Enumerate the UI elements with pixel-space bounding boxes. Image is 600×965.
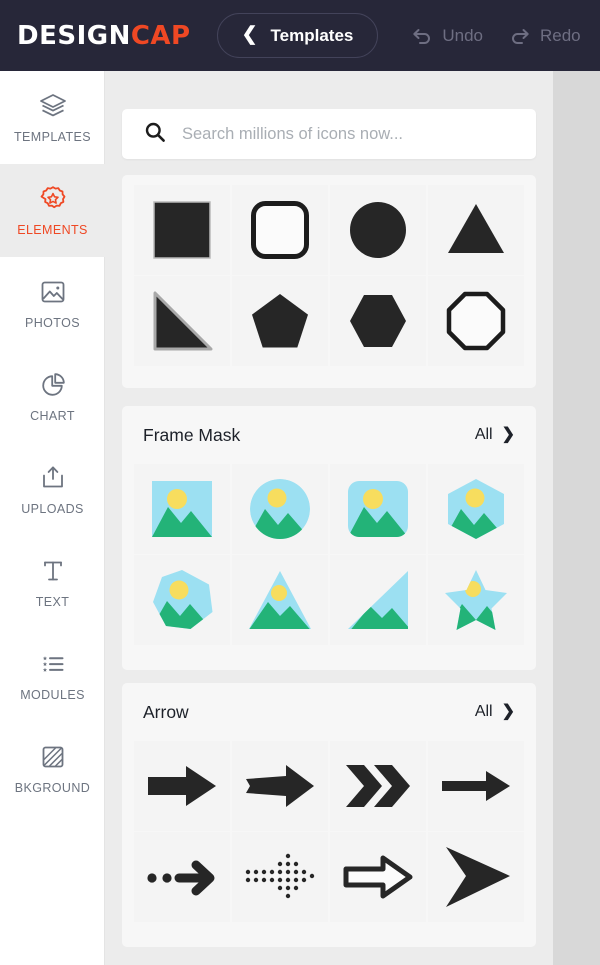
sidebar-label-bkground: BKGROUND bbox=[14, 781, 91, 795]
frame-mask-grid bbox=[122, 464, 536, 655]
shape-pentagon-filled[interactable] bbox=[232, 276, 328, 366]
shape-circle-filled[interactable] bbox=[330, 185, 426, 275]
frame-mask-section: Frame Mask All ❯ bbox=[122, 406, 536, 670]
arrow-header: Arrow All ❯ bbox=[122, 683, 536, 741]
sidebar-item-bkground[interactable]: BKGROUND bbox=[0, 722, 105, 815]
arrow-all-label: All bbox=[474, 703, 493, 720]
frame-right-triangle[interactable] bbox=[330, 555, 426, 645]
arrow-dot-matrix-right[interactable] bbox=[232, 832, 328, 922]
sidebar-item-elements[interactable]: ELEMENTS bbox=[0, 164, 105, 257]
layers-icon bbox=[38, 91, 68, 121]
logo-text-design: DESIGN bbox=[17, 20, 131, 51]
chevron-right-icon: ❯ bbox=[501, 426, 515, 443]
left-sidebar: TEMPLATES ELEMENTS PHOTOS CHART UPLOADS … bbox=[0, 71, 105, 965]
arrow-title: Arrow bbox=[143, 701, 189, 722]
sidebar-item-uploads[interactable]: UPLOADS bbox=[0, 443, 105, 536]
canvas-area[interactable] bbox=[553, 71, 600, 965]
shapes-grid bbox=[122, 175, 536, 376]
frame-mask-title: Frame Mask bbox=[143, 424, 241, 445]
shape-octagon-outline[interactable] bbox=[428, 276, 524, 366]
sidebar-label-elements: ELEMENTS bbox=[17, 223, 88, 237]
frame-mask-all-label: All bbox=[474, 426, 493, 443]
frame-rounded-square[interactable] bbox=[330, 464, 426, 554]
top-bar: DESIGNCAP ❮ Templates Undo Redo bbox=[0, 0, 600, 71]
sidebar-label-chart: CHART bbox=[30, 409, 75, 423]
app-logo[interactable]: DESIGNCAP bbox=[17, 21, 191, 51]
search-bar[interactable] bbox=[122, 109, 536, 159]
undo-button[interactable]: Undo bbox=[411, 26, 483, 46]
logo-text-cap: CAP bbox=[130, 20, 191, 51]
arrow-tapered-right[interactable] bbox=[232, 741, 328, 831]
sidebar-item-templates[interactable]: TEMPLATES bbox=[0, 71, 105, 164]
redo-icon bbox=[509, 27, 531, 45]
frame-circle[interactable] bbox=[232, 464, 328, 554]
chevron-left-icon: ❮ bbox=[241, 24, 258, 45]
sidebar-label-uploads: UPLOADS bbox=[21, 502, 84, 516]
shape-hexagon-filled[interactable] bbox=[330, 276, 426, 366]
arrow-thin-right[interactable] bbox=[428, 741, 524, 831]
pie-chart-icon bbox=[38, 370, 68, 400]
frame-square[interactable] bbox=[134, 464, 230, 554]
badge-star-icon bbox=[38, 184, 68, 214]
templates-button-label: Templates bbox=[270, 25, 354, 45]
list-star-icon bbox=[38, 649, 68, 679]
background-icon bbox=[38, 742, 68, 772]
sidebar-item-modules[interactable]: MODULES bbox=[0, 629, 105, 722]
frame-heptagon[interactable] bbox=[134, 555, 230, 645]
arrow-all-link[interactable]: All ❯ bbox=[475, 703, 515, 721]
arrow-double-chevron-right[interactable] bbox=[330, 741, 426, 831]
sidebar-label-photos: PHOTOS bbox=[25, 316, 80, 330]
designcap-editor: DESIGNCAP ❮ Templates Undo Redo TEMPLATE… bbox=[0, 0, 600, 965]
text-t-icon bbox=[38, 556, 68, 586]
shapes-section bbox=[122, 175, 536, 388]
redo-button[interactable]: Redo bbox=[509, 26, 581, 46]
sidebar-item-chart[interactable]: CHART bbox=[0, 350, 105, 443]
sidebar-item-photos[interactable]: PHOTOS bbox=[0, 257, 105, 350]
upload-icon bbox=[38, 463, 68, 493]
frame-triangle[interactable] bbox=[232, 555, 328, 645]
search-icon bbox=[144, 121, 166, 148]
arrow-section: Arrow All ❯ bbox=[122, 683, 536, 947]
frame-mask-header: Frame Mask All ❯ bbox=[122, 406, 536, 464]
shape-rounded-square-outline[interactable] bbox=[232, 185, 328, 275]
history-controls: Undo Redo bbox=[411, 26, 581, 46]
arrow-block-right[interactable] bbox=[134, 741, 230, 831]
redo-label: Redo bbox=[540, 25, 581, 45]
search-input[interactable] bbox=[182, 124, 522, 144]
arrow-grid bbox=[122, 741, 536, 932]
chevron-right-icon: ❯ bbox=[501, 703, 515, 720]
frame-star[interactable] bbox=[428, 555, 524, 645]
templates-back-button[interactable]: ❮ Templates bbox=[216, 13, 379, 58]
image-icon bbox=[38, 277, 68, 307]
undo-label: Undo bbox=[442, 25, 483, 45]
shape-right-triangle-filled[interactable] bbox=[134, 276, 230, 366]
sidebar-label-templates: TEMPLATES bbox=[14, 130, 91, 144]
frame-mask-all-link[interactable]: All ❯ bbox=[475, 426, 515, 444]
sidebar-label-modules: MODULES bbox=[20, 688, 85, 702]
frame-hexagon[interactable] bbox=[428, 464, 524, 554]
elements-panel: Frame Mask All ❯ bbox=[105, 71, 553, 965]
sidebar-item-text[interactable]: TEXT bbox=[0, 536, 105, 629]
undo-icon bbox=[411, 27, 433, 45]
arrow-pointer-right[interactable] bbox=[428, 832, 524, 922]
arrow-dotted-lead-right[interactable] bbox=[134, 832, 230, 922]
arrow-outline-right[interactable] bbox=[330, 832, 426, 922]
shape-square-filled[interactable] bbox=[134, 185, 230, 275]
shape-triangle-filled[interactable] bbox=[428, 185, 524, 275]
sidebar-label-text: TEXT bbox=[35, 595, 70, 609]
